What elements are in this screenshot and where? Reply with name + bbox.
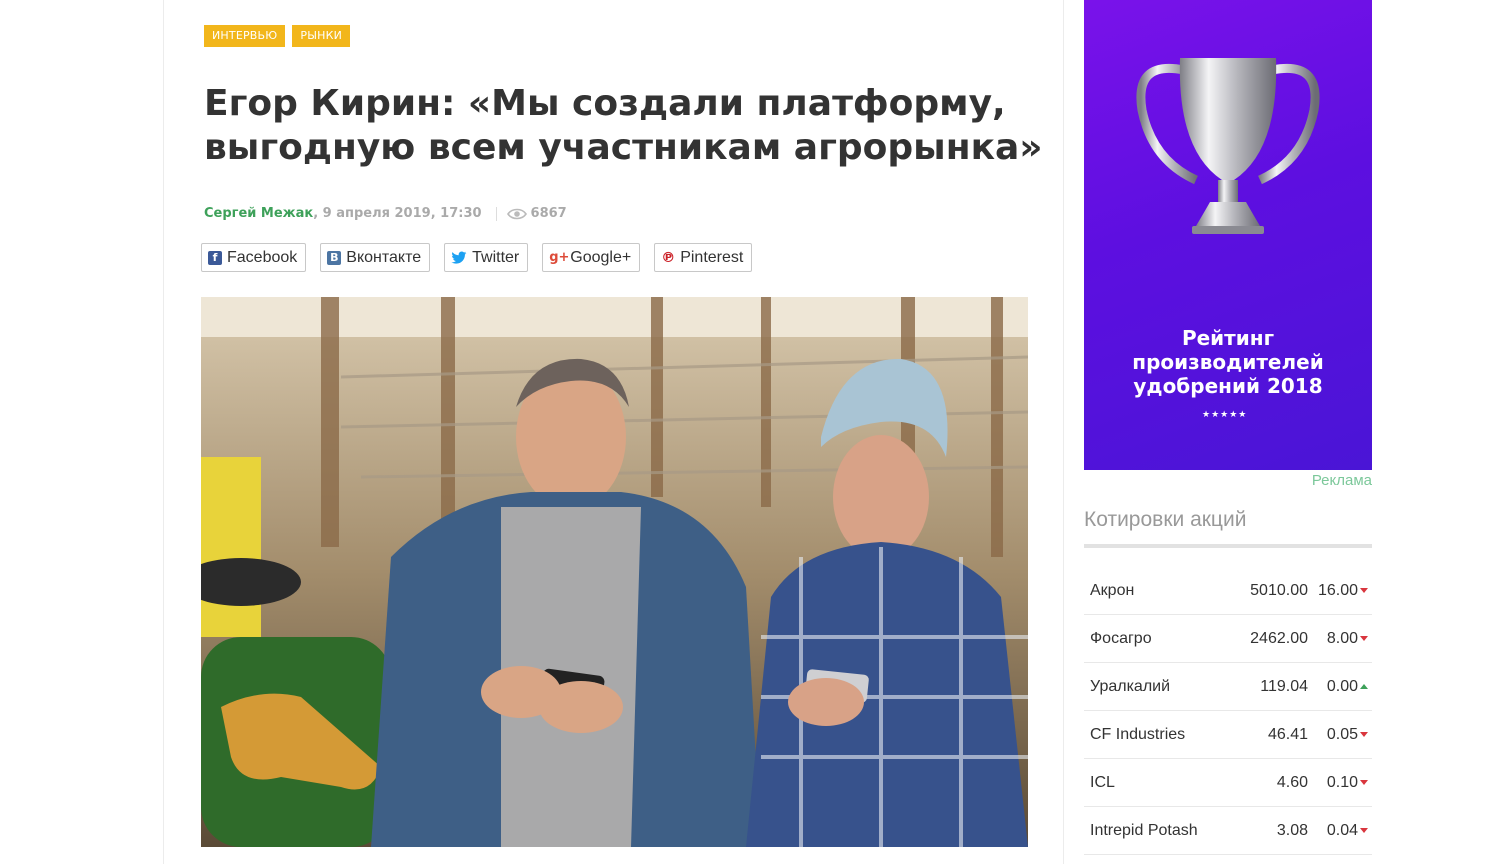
quote-name: Уралкалий (1090, 677, 1171, 695)
arrow-down-icon (1360, 731, 1368, 737)
quote-name: Акрон (1090, 581, 1135, 599)
quote-change: 0.04 (1326, 821, 1358, 839)
share-pinterest-button[interactable]: ℗ Pinterest (654, 243, 753, 272)
article-date: , 9 апреля 2019, 17:30 (313, 206, 482, 221)
share-vkontakte-label: Вконтакте (346, 248, 422, 266)
pinterest-icon: ℗ (661, 249, 676, 266)
view-count: 6867 (530, 206, 567, 221)
quote-change: 0.00 (1326, 677, 1358, 695)
share-bar: f Facebook В Вконтакте Twitter g+ Google… (201, 243, 766, 272)
quote-row[interactable]: Фосагро 2462.00 8.00 (1084, 615, 1372, 663)
quotes-table: Акрон 5010.00 16.00 Фосагро 2462.00 8.00… (1084, 567, 1372, 855)
quote-change: 0.10 (1326, 773, 1358, 791)
arrow-down-icon (1360, 635, 1368, 641)
share-twitter-button[interactable]: Twitter (444, 243, 529, 272)
share-facebook-button[interactable]: f Facebook (201, 243, 307, 272)
arrow-down-icon (1360, 587, 1368, 593)
quote-row[interactable]: ICL 4.60 0.10 (1084, 759, 1372, 807)
tag-list: ИНТЕРВЬЮ РЫНКИ (204, 25, 351, 47)
tag-markets[interactable]: РЫНКИ (292, 25, 351, 47)
arrow-down-icon (1360, 779, 1368, 785)
ad-text-line2: производителей (1132, 350, 1324, 374)
article-hero-photo (201, 297, 1028, 847)
eye-icon (506, 208, 527, 219)
article-meta: Сергей Межак , 9 апреля 2019, 17:30 6867 (204, 206, 567, 221)
quote-price: 3.08 (1276, 821, 1308, 839)
quote-change: 0.05 (1326, 725, 1358, 743)
quote-row[interactable]: Уралкалий 119.04 0.00 (1084, 663, 1372, 711)
quotes-title: Котировки акций (1084, 508, 1247, 531)
article-title: Егор Кирин: «Мы создали платформу, выгод… (204, 83, 1043, 168)
article-column: ИНТЕРВЬЮ РЫНКИ Егор Кирин: «Мы создали п… (163, 0, 1064, 864)
farmers-with-phones-image (201, 297, 1028, 847)
share-facebook-label: Facebook (227, 248, 298, 266)
quote-price: 2462.00 (1250, 629, 1308, 647)
quote-name: CF Industries (1090, 725, 1186, 743)
quote-change: 16.00 (1317, 581, 1358, 599)
ad-text-line3: удобрений 2018 (1133, 374, 1323, 398)
share-googleplus-button[interactable]: g+ Google+ (542, 243, 641, 272)
author-link[interactable]: Сергей Межак (204, 206, 313, 221)
ad-stars: ★★★★★ (1202, 410, 1248, 420)
ad-text-line1: Рейтинг (1181, 326, 1275, 350)
share-pinterest-label: Pinterest (680, 248, 744, 266)
arrow-down-icon (1360, 827, 1368, 833)
share-twitter-label: Twitter (472, 248, 520, 266)
quote-change: 8.00 (1326, 629, 1358, 647)
trophy-icon (1136, 58, 1320, 234)
googleplus-icon: g+ (549, 249, 570, 265)
quote-price: 119.04 (1260, 677, 1308, 695)
ad-banner[interactable]: Рейтинг производителей удобрений 2018 ★★… (1084, 0, 1372, 470)
arrow-up-icon (1360, 683, 1368, 689)
twitter-icon (451, 251, 467, 264)
quote-row[interactable]: Акрон 5010.00 16.00 (1084, 567, 1372, 615)
quote-price: 46.41 (1267, 725, 1308, 743)
quote-name: ICL (1090, 773, 1115, 791)
vkontakte-icon: В (327, 250, 342, 265)
quote-price: 5010.00 (1250, 581, 1308, 599)
quotes-divider (1084, 544, 1372, 548)
quote-row[interactable]: Intrepid Potash 3.08 0.04 (1084, 807, 1372, 855)
ad-label[interactable]: Реклама (1312, 472, 1372, 489)
quote-price: 4.60 (1276, 773, 1308, 791)
quote-name: Фосагро (1090, 629, 1152, 647)
meta-divider (495, 206, 497, 221)
share-vkontakte-button[interactable]: В Вконтакте (320, 243, 431, 272)
quote-name: Intrepid Potash (1090, 821, 1198, 839)
quote-row[interactable]: CF Industries 46.41 0.05 (1084, 711, 1372, 759)
ad-text: Рейтинг производителей удобрений 2018 (1084, 326, 1372, 398)
tag-interview[interactable]: ИНТЕРВЬЮ (204, 25, 286, 47)
share-googleplus-label: Google+ (570, 248, 632, 266)
facebook-icon: f (208, 250, 222, 265)
